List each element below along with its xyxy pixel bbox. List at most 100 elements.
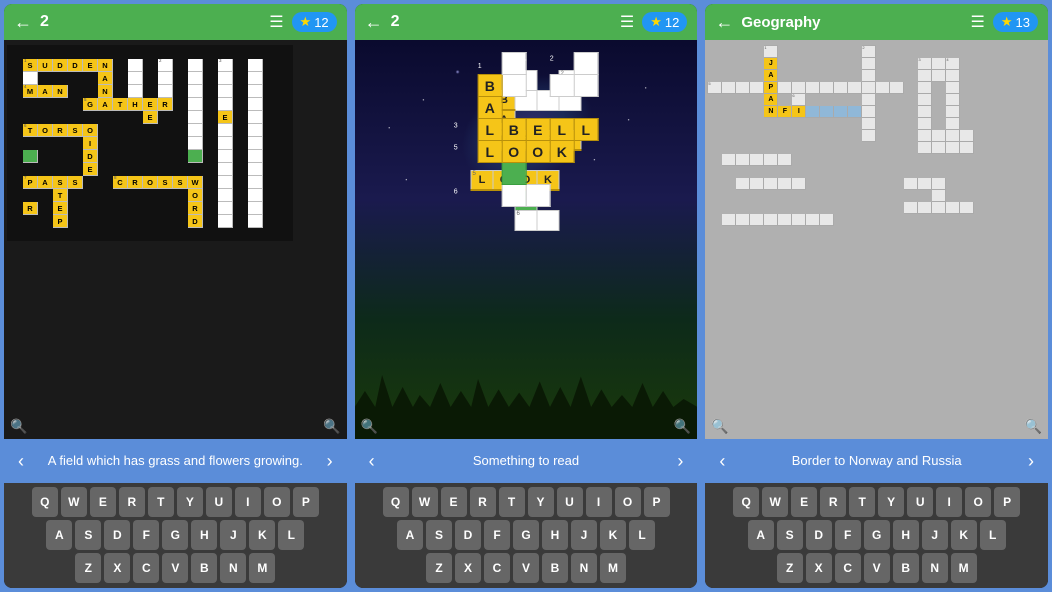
- key-t-1[interactable]: T: [148, 487, 174, 517]
- key-m-2[interactable]: M: [600, 553, 626, 583]
- star-count-3: 13: [1016, 15, 1030, 30]
- key-j-1[interactable]: J: [220, 520, 246, 550]
- key-z-3[interactable]: Z: [777, 553, 803, 583]
- key-e-2[interactable]: E: [441, 487, 467, 517]
- key-s-1[interactable]: S: [75, 520, 101, 550]
- back-button-3[interactable]: ←: [715, 12, 733, 33]
- key-h-2[interactable]: H: [542, 520, 568, 550]
- key-l-2[interactable]: L: [629, 520, 655, 550]
- key-p-3[interactable]: P: [994, 487, 1020, 517]
- key-d-3[interactable]: D: [806, 520, 832, 550]
- key-p-2[interactable]: P: [644, 487, 670, 517]
- key-x-2[interactable]: X: [455, 553, 481, 583]
- zoom-out-icon-1[interactable]: 🔍: [10, 418, 27, 435]
- menu-icon-1[interactable]: ☰: [269, 12, 283, 32]
- prev-clue-2[interactable]: ‹: [365, 451, 379, 472]
- key-e-3[interactable]: E: [791, 487, 817, 517]
- key-q-2[interactable]: Q: [383, 487, 409, 517]
- next-clue-1[interactable]: ›: [323, 451, 337, 472]
- key-m-1[interactable]: M: [249, 553, 275, 583]
- key-b-3[interactable]: B: [893, 553, 919, 583]
- key-g-1[interactable]: G: [162, 520, 188, 550]
- key-w-3[interactable]: W: [762, 487, 788, 517]
- key-v-2[interactable]: V: [513, 553, 539, 583]
- zoom-out-icon-3[interactable]: 🔍: [711, 418, 728, 435]
- key-n-2[interactable]: N: [571, 553, 597, 583]
- key-s-3[interactable]: S: [777, 520, 803, 550]
- key-i-3[interactable]: I: [936, 487, 962, 517]
- zoom-out-icon-2[interactable]: 🔍: [361, 418, 378, 435]
- key-r-2[interactable]: R: [470, 487, 496, 517]
- key-v-3[interactable]: V: [864, 553, 890, 583]
- key-k-3[interactable]: K: [951, 520, 977, 550]
- key-c-2[interactable]: C: [484, 553, 510, 583]
- next-clue-3[interactable]: ›: [1024, 451, 1038, 472]
- key-z-2[interactable]: Z: [426, 553, 452, 583]
- prev-clue-1[interactable]: ‹: [14, 451, 28, 472]
- key-a-3[interactable]: A: [748, 520, 774, 550]
- menu-icon-2[interactable]: ☰: [620, 12, 634, 32]
- key-h-3[interactable]: H: [893, 520, 919, 550]
- level-badge-2: 2: [391, 13, 400, 31]
- key-n-1[interactable]: N: [220, 553, 246, 583]
- zoom-in-icon-2[interactable]: 🔍: [674, 418, 691, 435]
- zoom-in-icon-3[interactable]: 🔍: [1025, 418, 1042, 435]
- menu-icon-3[interactable]: ☰: [971, 12, 985, 32]
- key-q-1[interactable]: Q: [32, 487, 58, 517]
- key-o-3[interactable]: O: [965, 487, 991, 517]
- key-g-2[interactable]: G: [513, 520, 539, 550]
- key-g-3[interactable]: G: [864, 520, 890, 550]
- key-y-1[interactable]: Y: [177, 487, 203, 517]
- key-c-3[interactable]: C: [835, 553, 861, 583]
- key-z-1[interactable]: Z: [75, 553, 101, 583]
- key-o-2[interactable]: O: [615, 487, 641, 517]
- key-u-2[interactable]: U: [557, 487, 583, 517]
- key-e-1[interactable]: E: [90, 487, 116, 517]
- key-f-1[interactable]: F: [133, 520, 159, 550]
- key-y-2[interactable]: Y: [528, 487, 554, 517]
- key-r-3[interactable]: R: [820, 487, 846, 517]
- key-d-2[interactable]: D: [455, 520, 481, 550]
- key-p-1[interactable]: P: [293, 487, 319, 517]
- key-l-3[interactable]: L: [980, 520, 1006, 550]
- key-t-3[interactable]: T: [849, 487, 875, 517]
- key-s-2[interactable]: S: [426, 520, 452, 550]
- key-f-2[interactable]: F: [484, 520, 510, 550]
- key-r-1[interactable]: R: [119, 487, 145, 517]
- key-row-3-1: Z X C V B N M: [6, 553, 345, 583]
- next-clue-2[interactable]: ›: [673, 451, 687, 472]
- key-t-2[interactable]: T: [499, 487, 525, 517]
- key-d-1[interactable]: D: [104, 520, 130, 550]
- key-k-1[interactable]: K: [249, 520, 275, 550]
- prev-clue-3[interactable]: ‹: [715, 451, 729, 472]
- key-x-3[interactable]: X: [806, 553, 832, 583]
- key-x-1[interactable]: X: [104, 553, 130, 583]
- key-h-1[interactable]: H: [191, 520, 217, 550]
- key-k-2[interactable]: K: [600, 520, 626, 550]
- key-o-1[interactable]: O: [264, 487, 290, 517]
- key-a-2[interactable]: A: [397, 520, 423, 550]
- key-b-1[interactable]: B: [191, 553, 217, 583]
- key-m-3[interactable]: M: [951, 553, 977, 583]
- key-l-1[interactable]: L: [278, 520, 304, 550]
- key-j-3[interactable]: J: [922, 520, 948, 550]
- key-c-1[interactable]: C: [133, 553, 159, 583]
- key-j-2[interactable]: J: [571, 520, 597, 550]
- key-i-1[interactable]: I: [235, 487, 261, 517]
- key-f-3[interactable]: F: [835, 520, 861, 550]
- key-i-2[interactable]: I: [586, 487, 612, 517]
- key-q-3[interactable]: Q: [733, 487, 759, 517]
- key-y-3[interactable]: Y: [878, 487, 904, 517]
- key-a-1[interactable]: A: [46, 520, 72, 550]
- back-button-1[interactable]: ←: [14, 12, 32, 33]
- key-u-1[interactable]: U: [206, 487, 232, 517]
- key-w-1[interactable]: W: [61, 487, 87, 517]
- key-u-3[interactable]: U: [907, 487, 933, 517]
- clue-text-3: Border to Norway and Russia: [729, 453, 1024, 470]
- key-v-1[interactable]: V: [162, 553, 188, 583]
- key-b-2[interactable]: B: [542, 553, 568, 583]
- key-n-3[interactable]: N: [922, 553, 948, 583]
- key-w-2[interactable]: W: [412, 487, 438, 517]
- back-button-2[interactable]: ←: [365, 12, 383, 33]
- zoom-in-icon-1[interactable]: 🔍: [323, 418, 340, 435]
